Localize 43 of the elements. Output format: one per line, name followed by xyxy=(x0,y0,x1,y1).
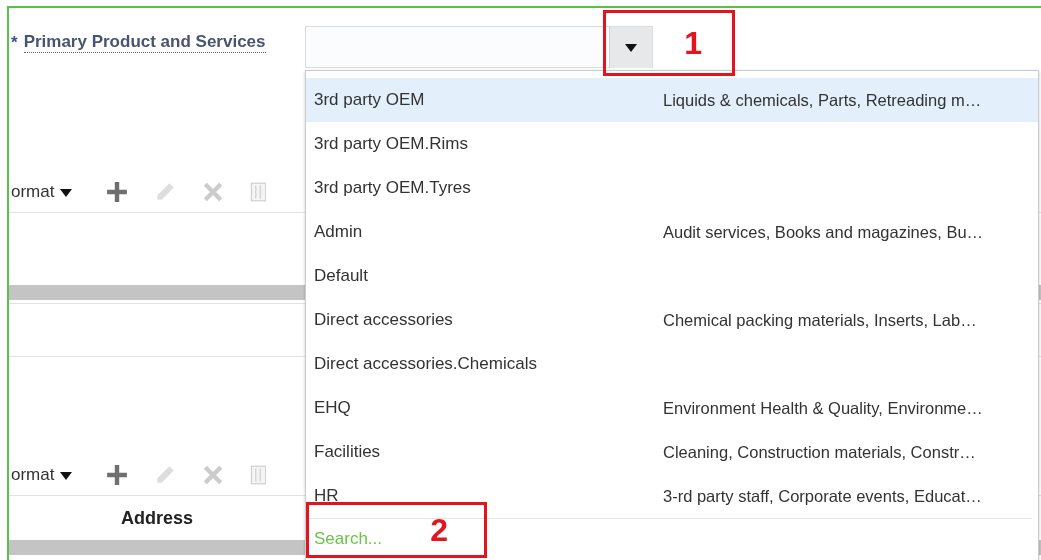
item-name: Default xyxy=(314,266,369,286)
list-item[interactable]: Default xyxy=(306,254,1038,298)
item-name: Admin xyxy=(314,222,364,242)
list-item[interactable]: Facilities Cleaning, Construction materials, Constr… xyxy=(306,430,1038,474)
pencil-icon[interactable] xyxy=(154,181,177,203)
columns-icon[interactable] xyxy=(250,464,267,486)
item-name: Facilities xyxy=(314,442,382,462)
format-menu[interactable]: ormat xyxy=(11,182,55,202)
item-name: HR xyxy=(314,486,340,506)
required-mark: * xyxy=(11,35,18,51)
callout-number: 1 xyxy=(684,24,702,62)
item-name: 3rd party OEM.Rims xyxy=(314,134,469,154)
item-name: Direct accessories.Chemicals xyxy=(314,354,538,374)
list-item[interactable]: EHQ Environment Health & Quality, Environme… xyxy=(306,386,1038,430)
item-description: Cleaning, Construction materials, Constr… xyxy=(663,442,976,462)
list-item[interactable]: Direct accessories.Chemicals xyxy=(306,342,1038,386)
item-description: 3-rd party staff, Corporate events, Educat… xyxy=(663,486,982,506)
caret-icon xyxy=(60,189,73,197)
item-name: 3rd party OEM.Tyres xyxy=(314,178,472,198)
list-item[interactable]: Admin Audit services, Books and magazines, Bu… xyxy=(306,210,1038,254)
item-description: Environment Health & Quality, Environme… xyxy=(663,398,983,418)
columns-icon[interactable] xyxy=(250,181,267,203)
add-icon[interactable] xyxy=(106,181,129,203)
pencil-icon[interactable] xyxy=(154,464,177,486)
item-description: Chemical packing materials, Inserts, Lab… xyxy=(663,310,977,330)
list-item[interactable]: 3rd party OEM Liquids & chemicals, Parts, Retreading m… xyxy=(306,78,1038,122)
caret-icon xyxy=(60,472,73,480)
dropdown-button[interactable] xyxy=(609,27,652,68)
caret-icon xyxy=(625,43,637,52)
item-name: Direct accessories xyxy=(314,310,454,330)
item-name: 3rd party OEM xyxy=(314,90,426,110)
item-name: EHQ xyxy=(314,398,352,418)
list-item[interactable]: Direct accessories Chemical packing materials, Inserts, Lab… xyxy=(306,298,1038,342)
list-item[interactable]: 3rd party OEM.Rims xyxy=(306,122,1038,166)
add-icon[interactable] xyxy=(106,464,129,486)
format-menu[interactable]: ormat xyxy=(11,465,55,485)
close-icon[interactable] xyxy=(202,464,225,486)
column-header[interactable]: Address xyxy=(121,507,194,529)
item-description: Liquids & chemicals, Parts, Retreading m… xyxy=(663,90,982,110)
item-description: Audit services, Books and magazines, Bu… xyxy=(663,222,984,242)
field-label: Primary Product and Services xyxy=(23,32,266,53)
close-icon[interactable] xyxy=(202,181,225,203)
list-item[interactable]: 3rd party OEM.Tyres xyxy=(306,166,1038,210)
